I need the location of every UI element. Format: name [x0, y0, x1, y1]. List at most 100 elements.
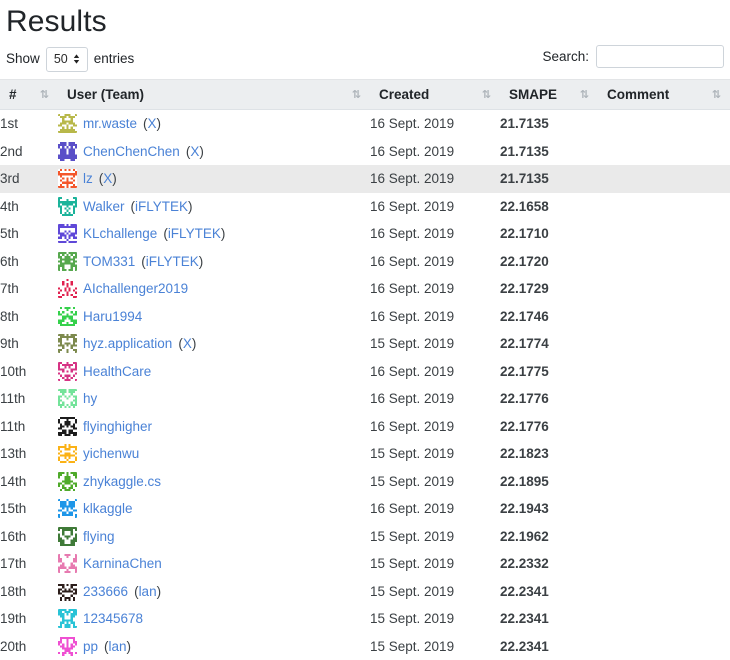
team-name: (X) [143, 116, 161, 131]
cell-smape: 22.2341 [500, 605, 598, 633]
cell-user: hy [58, 385, 370, 413]
sort-icon-comment: ⇅ [712, 89, 720, 100]
cell-rank: 4th [0, 193, 58, 221]
cell-user: Walker (iFLYTEK) [58, 193, 370, 221]
column-header-rank[interactable]: # ⇅ [0, 80, 58, 110]
cell-rank: 14th [0, 468, 58, 496]
avatar [58, 582, 77, 601]
avatar [58, 169, 77, 188]
table-row[interactable]: 11thhy16 Sept. 201922.1776 [0, 385, 730, 413]
user-link[interactable]: klkaggle [83, 501, 133, 516]
page-length-select[interactable]: 50 [46, 47, 88, 72]
table-head: # ⇅ User (Team) ⇅ Created ⇅ [0, 80, 730, 110]
search-input[interactable] [596, 45, 724, 68]
user-link[interactable]: Walker [83, 199, 125, 214]
user-link[interactable]: flying [83, 529, 115, 544]
table-row[interactable]: 10thHealthCare16 Sept. 201922.1775 [0, 358, 730, 386]
table-row[interactable]: 19th1234567815 Sept. 201922.2341 [0, 605, 730, 633]
avatar [58, 637, 77, 656]
user-link[interactable]: 233666 [83, 584, 128, 599]
column-header-created[interactable]: Created ⇅ [370, 80, 500, 110]
cell-created: 16 Sept. 2019 [370, 275, 500, 303]
column-label-comment: Comment [598, 87, 669, 102]
cell-created: 15 Sept. 2019 [370, 523, 500, 551]
cell-user: klkaggle [58, 495, 370, 523]
user-link[interactable]: zhykaggle.cs [83, 474, 161, 489]
table-row[interactable]: 16th flying 15 Sept. 201922.1962 [0, 523, 730, 551]
cell-user: KarninaChen [58, 550, 370, 578]
table-row[interactable]: 17thKarninaChen15 Sept. 201922.2332 [0, 550, 730, 578]
avatar [58, 197, 77, 216]
cell-rank: 2nd [0, 138, 58, 166]
cell-user: flying [58, 523, 370, 551]
column-header-comment[interactable]: Comment ⇅ [598, 80, 730, 110]
user-link[interactable]: Haru1994 [83, 309, 142, 324]
table-row[interactable]: 4thWalker(iFLYTEK)16 Sept. 201922.1658 [0, 193, 730, 221]
column-label-smape: SMAPE [500, 87, 557, 102]
user-link[interactable]: AIchallenger2019 [83, 281, 188, 296]
team-label: lan [109, 639, 127, 654]
table-row[interactable]: 6thTOM331(iFLYTEK)16 Sept. 201922.1720 [0, 248, 730, 276]
avatar [58, 554, 77, 573]
user-link[interactable]: lz [83, 171, 93, 186]
user-link[interactable]: KLchallenge [83, 226, 157, 241]
team-name: (iFLYTEK) [163, 226, 225, 241]
table-row[interactable]: 9thhyz.application(X)15 Sept. 201922.177… [0, 330, 730, 358]
user-link[interactable]: mr.waste [83, 116, 137, 131]
table-header-row: # ⇅ User (Team) ⇅ Created ⇅ [0, 80, 730, 110]
table-row[interactable]: 11thflyinghigher16 Sept. 201922.1776 [0, 413, 730, 441]
team-name: (iFLYTEK) [141, 254, 203, 269]
page-length-control: Show 50 entries [6, 45, 134, 73]
user-link[interactable]: ChenChenChen [83, 144, 180, 159]
user-link[interactable]: hyz.application [83, 336, 172, 351]
user-link[interactable]: 12345678 [83, 611, 143, 626]
cell-rank: 3rd [0, 165, 58, 193]
cell-created: 16 Sept. 2019 [370, 248, 500, 276]
cell-comment [598, 303, 730, 331]
user-link[interactable]: yichenwu [83, 446, 139, 461]
table-controls: Show 50 entries Search: [0, 45, 730, 79]
cell-user: HealthCare [58, 358, 370, 386]
column-label-created: Created [370, 87, 429, 102]
table-row[interactable]: 3rdlz(X)16 Sept. 201921.7135 [0, 165, 730, 193]
cell-rank: 16th [0, 523, 58, 551]
cell-smape: 22.1962 [500, 523, 598, 551]
column-header-smape[interactable]: SMAPE ⇅ [500, 80, 598, 110]
table-row[interactable]: 5thKLchallenge(iFLYTEK)16 Sept. 201922.1… [0, 220, 730, 248]
cell-user: TOM331 (iFLYTEK) [58, 248, 370, 276]
user-link[interactable]: pp [83, 639, 98, 654]
table-row[interactable]: 2ndChenChenChen(X)16 Sept. 201921.7135 [0, 138, 730, 166]
team-label: iFLYTEK [146, 254, 199, 269]
cell-user: yichenwu [58, 440, 370, 468]
column-header-user[interactable]: User (Team) ⇅ [58, 80, 370, 110]
cell-comment [598, 220, 730, 248]
avatar [58, 252, 77, 271]
table-row[interactable]: 14thzhykaggle.cs15 Sept. 201922.1895 [0, 468, 730, 496]
table-row[interactable]: 7thAIchallenger201916 Sept. 201922.1729 [0, 275, 730, 303]
cell-rank: 6th [0, 248, 58, 276]
user-link[interactable]: hy [83, 391, 97, 406]
table-row[interactable]: 8thHaru199416 Sept. 201922.1746 [0, 303, 730, 331]
user-link[interactable]: flyinghigher [83, 419, 152, 434]
search-control: Search: [542, 45, 724, 68]
cell-comment [598, 358, 730, 386]
table-row[interactable]: 18th233666(lan)15 Sept. 201922.2341 [0, 578, 730, 606]
cell-comment [598, 440, 730, 468]
table-row[interactable]: 13thyichenwu15 Sept. 201922.1823 [0, 440, 730, 468]
cell-created: 16 Sept. 2019 [370, 413, 500, 441]
sort-icon-created: ⇅ [482, 89, 490, 100]
sort-icon-rank: ⇅ [40, 89, 48, 100]
table-row[interactable]: 1stmr.waste(X)16 Sept. 201921.7135 [0, 110, 730, 138]
results-page: Results Show 50 entries Search: [0, 0, 730, 656]
user-link[interactable]: KarninaChen [83, 556, 162, 571]
user-link[interactable]: TOM331 [83, 254, 135, 269]
team-name: (iFLYTEK) [131, 199, 193, 214]
user-link[interactable]: HealthCare [83, 364, 151, 379]
avatar [58, 444, 77, 463]
table-row[interactable]: 15thklkaggle16 Sept. 201922.1943 [0, 495, 730, 523]
cell-rank: 17th [0, 550, 58, 578]
stepper-arrows-icon [73, 54, 80, 64]
cell-created: 16 Sept. 2019 [370, 220, 500, 248]
cell-created: 15 Sept. 2019 [370, 330, 500, 358]
avatar [58, 609, 77, 628]
